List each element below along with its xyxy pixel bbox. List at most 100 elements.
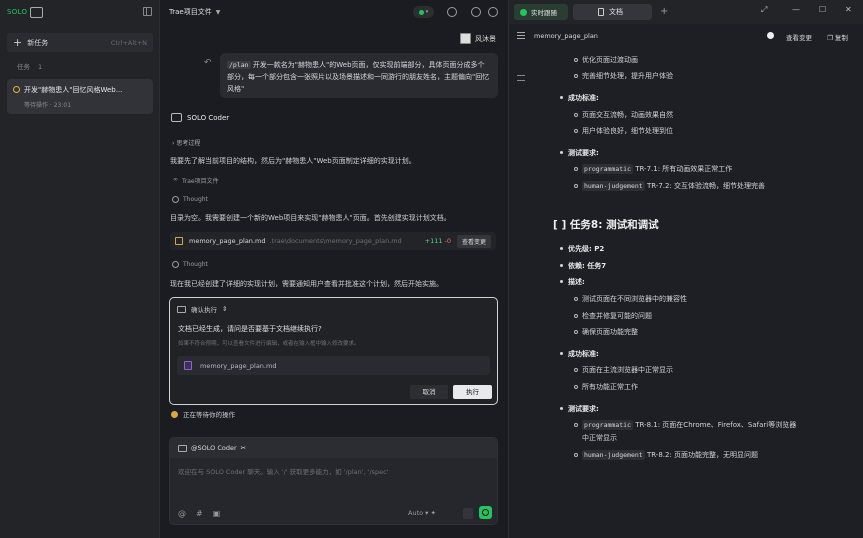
confirm-dialog: 确认执行 ⇕ 文档已经生成，请问是否要基于文档继续执行? 如果不符合预期，可以查… bbox=[169, 297, 498, 405]
list-item: 测试要求: bbox=[560, 149, 599, 157]
green-dot-icon bbox=[418, 9, 424, 15]
hash-icon[interactable]: # bbox=[196, 509, 203, 518]
tools-icon[interactable]: ✂ bbox=[241, 444, 246, 452]
waiting-status: 正在等待你的操作 bbox=[171, 409, 235, 419]
tab-document[interactable]: 文档 bbox=[573, 4, 652, 20]
bot-icon bbox=[177, 305, 186, 313]
add-tab-icon[interactable]: + bbox=[660, 6, 668, 17]
app-window: SOLO + 新任务 Ctrl+Alt+N 任务 1 开发"赫物患人"回忆风格We… bbox=[0, 0, 863, 538]
list-item: human-judgement TR-7.2: 交互体验流畅，细节处理完善 bbox=[573, 181, 766, 191]
thought-block-2[interactable]: Thought bbox=[172, 261, 208, 268]
tasks-count: 1 bbox=[38, 63, 43, 71]
new-task-button[interactable]: + 新任务 Ctrl+Alt+N bbox=[7, 33, 153, 52]
lines-added: +111 bbox=[424, 237, 443, 245]
list-item: 成功标准: bbox=[560, 350, 599, 358]
list-item: 成功标准: bbox=[560, 94, 599, 102]
status-pill[interactable]: ▾ bbox=[413, 6, 434, 18]
tab-doc-label: 文档 bbox=[609, 8, 623, 16]
maximize-icon[interactable]: ☐ bbox=[819, 5, 826, 14]
chat-input-box[interactable]: @SOLO Coder ✂ 欢迎在与 SOLO Coder 聊天。输入 '/' … bbox=[169, 437, 498, 525]
file-path: .trae\documents\memory_page_plan.md bbox=[269, 237, 402, 245]
tab-live-follow[interactable]: 实时跟随 bbox=[514, 4, 568, 20]
panel-tabs: 实时跟随 文档 + ⤢ — ☐ ✕ bbox=[509, 0, 863, 24]
chevron-down-icon[interactable]: ▼ bbox=[216, 9, 221, 16]
list-item: 测试要求: bbox=[560, 405, 599, 413]
document-icon bbox=[598, 8, 604, 16]
tasks-section-label: 任务 1 bbox=[17, 61, 42, 71]
task-heading: [ ] 任务8: 测试和调试 bbox=[553, 219, 659, 231]
plan-file-link[interactable]: memory_page_plan.md bbox=[177, 356, 490, 375]
project-title[interactable]: Trae项目文件 bbox=[169, 7, 212, 17]
confirm-header-label: 确认执行 bbox=[191, 306, 217, 314]
mention-icon[interactable]: @ bbox=[178, 509, 186, 518]
undo-icon[interactable]: ↶ bbox=[204, 58, 212, 68]
copy-button[interactable]: ❐ 复制 bbox=[827, 32, 848, 42]
menu-icon[interactable] bbox=[517, 32, 525, 39]
image-icon[interactable]: ▣ bbox=[213, 509, 221, 518]
bot-icon bbox=[178, 444, 187, 452]
avatar bbox=[460, 33, 471, 44]
test-text: TR-7.1: 所有动画效果正常工作 bbox=[635, 165, 733, 173]
test-text: TR-8.2: 页面功能完整，无明显问题 bbox=[646, 451, 759, 459]
fullscreen-icon[interactable]: ⤢ bbox=[761, 5, 767, 15]
list-item-continued: 中正常显示 bbox=[582, 434, 617, 442]
expand-icon[interactable]: ⇕ bbox=[222, 305, 227, 313]
minimize-icon[interactable]: — bbox=[792, 5, 800, 14]
agent-header: SOLO Coder bbox=[171, 113, 229, 122]
tab-live-label: 实时跟随 bbox=[531, 9, 557, 17]
link-icon: ∞ bbox=[173, 176, 178, 183]
history-icon[interactable] bbox=[447, 7, 457, 17]
file-change-row[interactable]: memory_page_plan.md .trae\documents\memo… bbox=[170, 232, 496, 250]
app-logo: SOLO bbox=[7, 6, 44, 18]
gear-icon[interactable] bbox=[471, 7, 481, 17]
list-item: 确保页面功能完整 bbox=[574, 328, 638, 336]
file-reference-label: Trae项目文件 bbox=[182, 178, 219, 185]
test-text: TR-7.2: 交互体验流畅，细节处理完善 bbox=[646, 182, 766, 190]
waiting-icon bbox=[171, 410, 178, 418]
task-item[interactable]: 开发"赫物患人"回忆风格Web... 等待操作 · 23:01 bbox=[7, 79, 153, 114]
new-task-shortcut: Ctrl+Alt+N bbox=[110, 38, 147, 47]
view-changes-button[interactable]: 查看变更 bbox=[456, 234, 491, 248]
command-tag: /plan bbox=[227, 61, 251, 69]
list-item: 描述: bbox=[560, 278, 585, 286]
thinking-label: 思考过程 bbox=[176, 140, 201, 147]
user-message-bubble: /plan 开发一款名为"赫物患人"的Web页面，仅实现前端部分，具体页面分成多… bbox=[220, 53, 498, 98]
list-item: programmatic TR-8.1: 页面在Chrome、Firefox、S… bbox=[573, 420, 797, 430]
input-agent-header: @SOLO Coder ✂ bbox=[170, 438, 497, 458]
document-icon bbox=[184, 361, 192, 370]
waiting-text: 正在等待你的操作 bbox=[183, 411, 235, 419]
sidebar-collapse-icon[interactable] bbox=[143, 7, 152, 16]
chat-panel: Trae项目文件 ▼ ▾ 风沐景 ↶ /plan 开发一款名为"赫物患人"的We… bbox=[160, 0, 508, 538]
input-agent-label: @SOLO Coder bbox=[191, 444, 237, 452]
agent-message-2: 目录为空。我需要创建一个新的Web项目来实现"赫物患人"页面。首先创建实现计划文… bbox=[170, 214, 451, 222]
agent-message-1: 我要先了解当前项目的结构，然后为"赫物患人"Web页面制定详细的实现计划。 bbox=[170, 157, 416, 165]
list-item: 依赖: 任务7 bbox=[559, 262, 607, 270]
agent-name: SOLO Coder bbox=[187, 113, 230, 122]
confirm-header: 确认执行 ⇕ bbox=[177, 304, 227, 314]
document-panel: 实时跟随 文档 + ⤢ — ☐ ✕ memory_page_plan 查看变更 … bbox=[508, 0, 863, 538]
task-status: 等待操作 · 23:01 bbox=[24, 102, 72, 109]
agent-message-3: 现在我已经创建了详细的实现计划，需要通知用户查看并批准这个计划，然后开始实施。 bbox=[170, 280, 443, 288]
view-changes-toggle[interactable] bbox=[767, 32, 774, 39]
code-tag: human-judgement bbox=[582, 450, 645, 460]
edit-file-icon bbox=[175, 237, 183, 245]
list-item: 优化页面过渡动画 bbox=[574, 56, 638, 64]
send-button[interactable] bbox=[479, 506, 492, 519]
cancel-button[interactable]: 取消 bbox=[410, 385, 448, 399]
model-label: Auto bbox=[408, 509, 424, 517]
account-icon[interactable] bbox=[488, 7, 498, 17]
list-item: 测试页面在不同浏览器中的兼容性 bbox=[574, 295, 687, 303]
execute-button[interactable]: 执行 bbox=[453, 385, 492, 399]
left-sidebar: SOLO + 新任务 Ctrl+Alt+N 任务 1 开发"赫物患人"回忆风格We… bbox=[0, 0, 160, 538]
new-task-label: 新任务 bbox=[27, 38, 49, 47]
confirm-question: 文档已经生成，请问是否要基于文档继续执行? bbox=[178, 325, 322, 333]
test-text: TR-8.1: 页面在Chrome、Firefox、Safari等浏览器 bbox=[635, 421, 797, 429]
model-selector[interactable]: Auto ▾ ✦ bbox=[408, 509, 436, 517]
thinking-toggle[interactable]: › 思考过程 bbox=[172, 138, 200, 147]
close-icon[interactable]: ✕ bbox=[845, 5, 852, 14]
mic-icon[interactable] bbox=[463, 508, 473, 519]
thought-block-1[interactable]: Thought bbox=[172, 196, 208, 203]
file-reference[interactable]: ∞ Trae项目文件 bbox=[173, 176, 219, 185]
confirm-hint: 如果不符合预期，可以查看文件进行编辑，或者在输入框中输入修改要求。 bbox=[178, 341, 360, 347]
chat-input-placeholder[interactable]: 欢迎在与 SOLO Coder 聊天。输入 '/' 获取更多能力，如 '/pla… bbox=[178, 466, 389, 476]
